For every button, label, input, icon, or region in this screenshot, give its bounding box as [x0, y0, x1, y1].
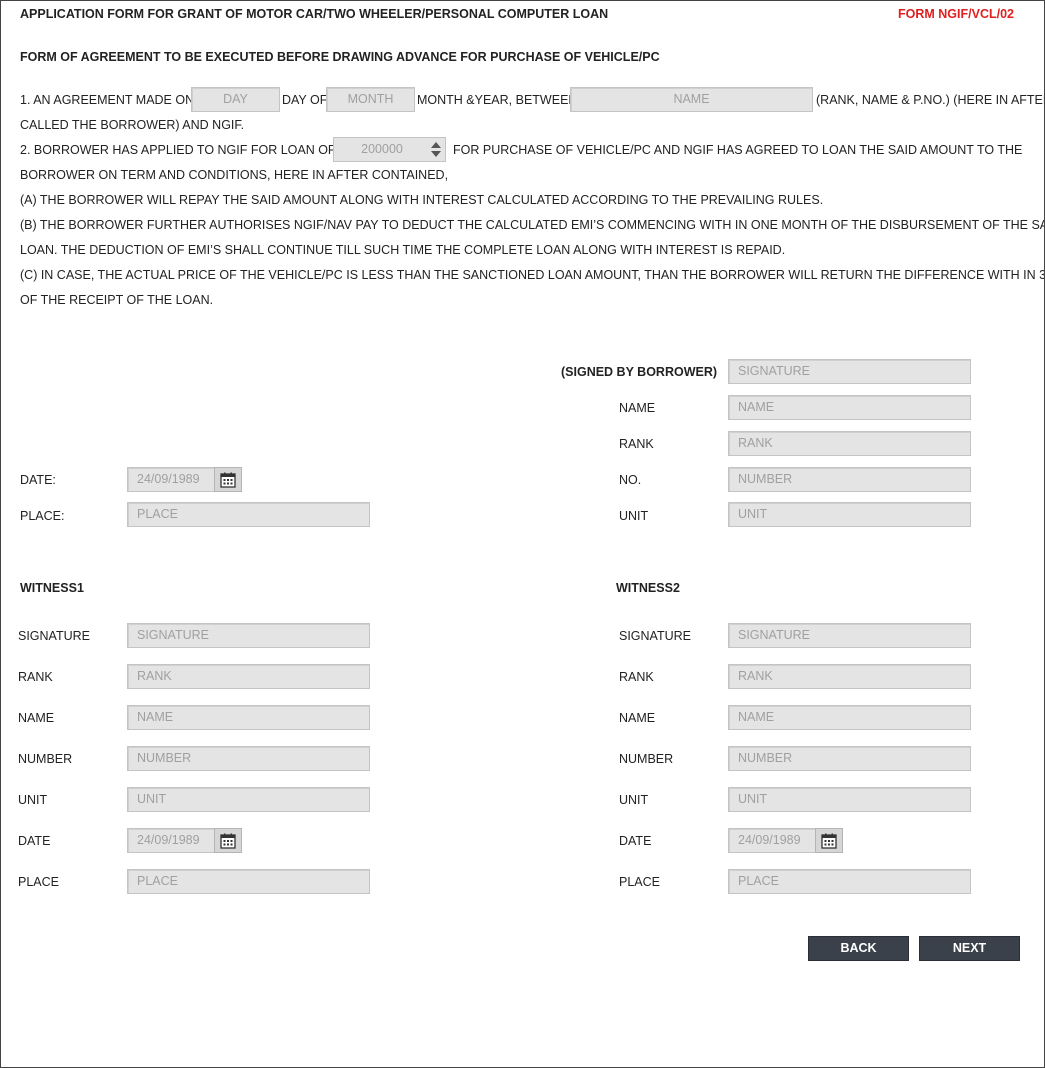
- agreement-text-p2-end: FOR PURCHASE OF VEHICLE/PC AND NGIF HAS …: [453, 143, 1023, 157]
- witness1-name-label: NAME: [18, 711, 55, 725]
- borrower-place-label: PLACE:: [20, 509, 65, 523]
- agreement-clause-c-line2: OF THE RECEIPT OF THE LOAN.: [20, 293, 214, 307]
- witness2-signature-label: SIGNATURE: [619, 629, 691, 643]
- agreement-clause-a: (A) THE BORROWER WILL REPAY THE SAID AMO…: [20, 193, 824, 207]
- witness2-number-input[interactable]: NUMBER: [728, 746, 971, 771]
- witness1-heading: WITNESS1: [20, 581, 84, 595]
- witness2-heading: WITNESS2: [616, 581, 680, 595]
- agreement-text-p2-line2: BORROWER ON TERM AND CONDITIONS, HERE IN…: [20, 168, 449, 182]
- agreement-month-input[interactable]: MONTH: [326, 87, 415, 112]
- witness2-place-label: PLACE: [619, 875, 660, 889]
- loan-agreement-form: APPLICATION FORM FOR GRANT OF MOTOR CAR/…: [0, 0, 1045, 1068]
- witness1-number-label: NUMBER: [18, 752, 73, 766]
- agreement-clause-b-line1: (B) THE BORROWER FURTHER AUTHORISES NGIF…: [20, 218, 1045, 232]
- witness1-place-input[interactable]: PLACE: [127, 869, 370, 894]
- witness2-unit-label: UNIT: [619, 793, 649, 807]
- borrower-signature-input[interactable]: SIGNATURE: [728, 359, 971, 384]
- witness2-date-label: DATE: [619, 834, 652, 848]
- loan-amount-stepper[interactable]: 200000: [333, 137, 446, 162]
- agreement-text-p1-line2: CALLED THE BORROWER) AND NGIF.: [20, 118, 245, 132]
- agreement-clause-c-line1: (C) IN CASE, THE ACTUAL PRICE OF THE VEH…: [20, 268, 1045, 282]
- back-button[interactable]: BACK: [808, 936, 909, 961]
- witness2-name-label: NAME: [619, 711, 656, 725]
- witness2-date-input[interactable]: 24/09/1989: [728, 828, 816, 853]
- witness2-number-label: NUMBER: [619, 752, 674, 766]
- borrower-number-input[interactable]: NUMBER: [728, 467, 971, 492]
- calendar-icon[interactable]: [214, 828, 242, 853]
- borrower-date-input[interactable]: 24/09/1989: [127, 467, 215, 492]
- borrower-unit-input[interactable]: UNIT: [728, 502, 971, 527]
- calendar-icon[interactable]: [815, 828, 843, 853]
- agreement-text-day-of: DAY OF: [282, 93, 328, 107]
- borrower-rank-input[interactable]: RANK: [728, 431, 971, 456]
- witness2-unit-input[interactable]: UNIT: [728, 787, 971, 812]
- borrower-date-label: DATE:: [20, 473, 56, 487]
- borrower-name-input[interactable]: NAME: [728, 395, 971, 420]
- witness1-date-label: DATE: [18, 834, 51, 848]
- agreement-text-p2-start: 2. BORROWER HAS APPLIED TO NGIF FOR LOAN…: [20, 143, 360, 157]
- witness1-signature-input[interactable]: SIGNATURE: [127, 623, 370, 648]
- form-subtitle: FORM OF AGREEMENT TO BE EXECUTED BEFORE …: [20, 50, 660, 64]
- witness1-number-input[interactable]: NUMBER: [127, 746, 370, 771]
- borrower-number-label: NO.: [619, 473, 642, 487]
- witness1-unit-input[interactable]: UNIT: [127, 787, 370, 812]
- witness1-name-input[interactable]: NAME: [127, 705, 370, 730]
- spinner-arrows-icon[interactable]: [430, 141, 442, 158]
- calendar-icon[interactable]: [214, 467, 242, 492]
- witness2-signature-input[interactable]: SIGNATURE: [728, 623, 971, 648]
- borrower-name-label: NAME: [619, 401, 656, 415]
- page-title: APPLICATION FORM FOR GRANT OF MOTOR CAR/…: [20, 7, 609, 21]
- agreement-day-input[interactable]: DAY: [191, 87, 280, 112]
- witness1-unit-label: UNIT: [18, 793, 48, 807]
- witness2-place-input[interactable]: PLACE: [728, 869, 971, 894]
- borrower-rank-label: RANK: [619, 437, 654, 451]
- borrower-place-input[interactable]: PLACE: [127, 502, 370, 527]
- agreement-text-p1-end: (RANK, NAME & P.NO.) (HERE IN AFTER: [816, 93, 1045, 107]
- witness1-rank-input[interactable]: RANK: [127, 664, 370, 689]
- witness2-rank-label: RANK: [619, 670, 654, 684]
- witness2-name-input[interactable]: NAME: [728, 705, 971, 730]
- loan-amount-value: 200000: [361, 142, 403, 156]
- borrower-unit-label: UNIT: [619, 509, 649, 523]
- witness1-rank-label: RANK: [18, 670, 53, 684]
- witness1-place-label: PLACE: [18, 875, 59, 889]
- witness1-signature-label: SIGNATURE: [18, 629, 90, 643]
- next-button[interactable]: NEXT: [919, 936, 1020, 961]
- witness2-rank-input[interactable]: RANK: [728, 664, 971, 689]
- agreement-text-p1-start: 1. AN AGREEMENT MADE ON: [20, 93, 195, 107]
- form-number: FORM NGIF/VCL/02: [898, 7, 1014, 21]
- agreement-text-month-year: MONTH &YEAR, BETWEEN: [417, 93, 578, 107]
- witness1-date-input[interactable]: 24/09/1989: [127, 828, 215, 853]
- agreement-clause-b-line2: LOAN. THE DEDUCTION OF EMI’S SHALL CONTI…: [20, 243, 786, 257]
- agreement-name-input[interactable]: NAME: [570, 87, 813, 112]
- signed-by-borrower-label: (SIGNED BY BORROWER): [561, 365, 718, 379]
